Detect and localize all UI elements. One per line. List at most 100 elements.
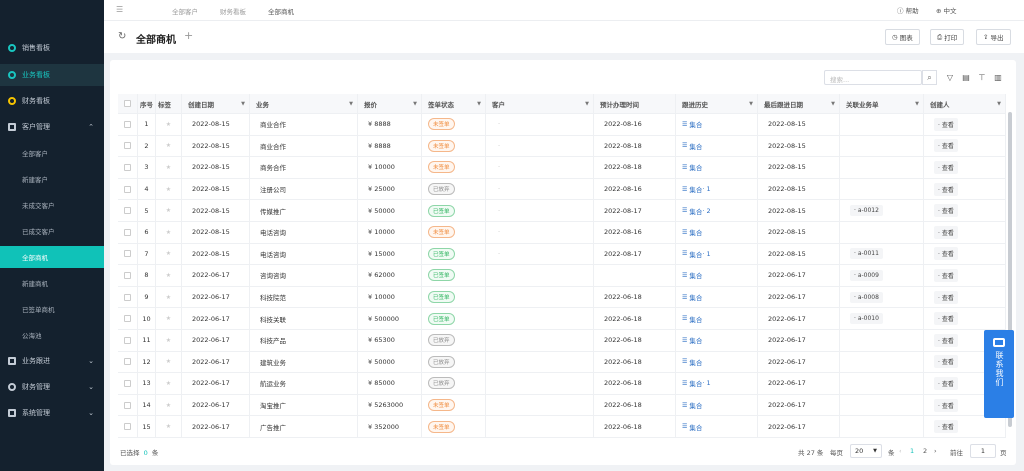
select-all-checkbox[interactable] [124, 100, 131, 107]
view-button[interactable]: · 查看 [934, 420, 958, 434]
history-link[interactable]: 集合 [689, 249, 702, 259]
chart-button[interactable]: ◷ 图表 [885, 29, 920, 45]
star-icon[interactable]: ★ [166, 337, 171, 344]
row-checkbox[interactable] [124, 185, 131, 193]
star-icon[interactable]: ★ [166, 207, 171, 214]
view-button[interactable]: · 查看 [934, 225, 958, 239]
column-header[interactable] [118, 94, 138, 113]
per-page-select[interactable]: 20 ▼ [850, 444, 882, 458]
view-button[interactable]: · 查看 [934, 204, 958, 218]
star-icon[interactable]: ★ [166, 272, 171, 279]
table-row[interactable]: 2 ★ 2022-08-15 商业合作 ¥ 8888 未签单 · 2022-08-18 ☰ 集合 2… [118, 135, 1006, 158]
sidebar-subitem-public-pool[interactable]: 公海池 [0, 324, 104, 346]
table-row[interactable]: 14 ★ 2022-06-17 淘宝推广 ¥ 5263000 未签单 2022-06-18 ☰… [118, 394, 1006, 417]
related-order-link[interactable]: · a-0010 [850, 313, 883, 325]
view-button[interactable]: · 查看 [934, 117, 958, 131]
view-button[interactable]: · 查看 [934, 333, 958, 347]
sidebar-subitem-new-opportunity[interactable]: 新建商机 [0, 272, 104, 294]
column-header[interactable]: 创建日期 ▼ [182, 94, 250, 113]
row-checkbox[interactable] [124, 423, 131, 431]
history-link[interactable]: 集合 [689, 184, 702, 194]
sidebar-item-finance-board[interactable]: 财务看板 [0, 90, 104, 112]
row-checkbox[interactable] [124, 379, 131, 387]
history-link[interactable]: 集合 [689, 270, 702, 280]
sort-caret-icon[interactable]: ▼ [831, 101, 835, 107]
table-row[interactable]: 3 ★ 2022-08-15 商务合作 ¥ 10000 未签单 · 2022-08-18 ☰ 集合… [118, 157, 1006, 179]
sidebar-item-system-mgmt[interactable]: 系统管理 ⌄ [0, 402, 104, 424]
sidebar-item-sales-board[interactable]: 销售看板 [0, 37, 104, 59]
table-row[interactable]: 15 ★ 2022-06-17 广告推广 ¥ 352000 未签单 2022-06-18 ☰ 集… [118, 416, 1006, 438]
history-link[interactable]: 集合 [689, 119, 702, 129]
history-link[interactable]: 集合 [689, 162, 702, 172]
column-header[interactable]: 标签 [156, 94, 182, 113]
row-checkbox[interactable] [124, 228, 131, 236]
breadcrumb-item[interactable]: 财务看板 [220, 6, 246, 16]
star-icon[interactable]: ★ [166, 380, 171, 387]
page-1[interactable]: 1 [910, 447, 914, 455]
row-checkbox[interactable] [124, 293, 131, 301]
customer-name[interactable]: · [498, 207, 500, 215]
search-icon[interactable]: ⌕ [922, 70, 937, 85]
related-order-link[interactable]: · a-0011 [850, 248, 883, 260]
table-row[interactable]: 7 ★ 2022-08-15 电话咨询 ¥ 15000 已签单 · 2022-08-17 ☰ 集合… [118, 243, 1006, 266]
customer-name[interactable]: · [498, 250, 500, 258]
table-row[interactable]: 5 ★ 2022-08-15 传媒推广 ¥ 50000 已签单 · 2022-08-17 ☰ 集合… [118, 200, 1006, 222]
next-page-icon[interactable]: › [934, 447, 937, 455]
customer-name[interactable]: · [498, 185, 500, 193]
sidebar-subitem-all-customers[interactable]: 全部客户 [0, 142, 104, 164]
table-row[interactable]: 4 ★ 2022-08-15 注册公司 ¥ 25000 已放弃 · 2022-08-16 ☰ 集合… [118, 178, 1006, 201]
table-row[interactable]: 11 ★ 2022-06-17 科技产品 ¥ 65300 已放弃 2022-06-18 ☰ 集合… [118, 330, 1006, 352]
related-order-link[interactable]: · a-0009 [850, 269, 883, 281]
search-input[interactable]: 搜索... [824, 70, 922, 85]
star-icon[interactable]: ★ [166, 186, 171, 193]
related-order-link[interactable]: · a-0012 [850, 205, 883, 217]
star-icon[interactable]: ★ [166, 358, 171, 365]
sidebar-item-customer-mgmt[interactable]: 客户管理 ⌃ [0, 116, 104, 138]
row-checkbox[interactable] [124, 315, 131, 323]
star-icon[interactable]: ★ [166, 315, 171, 322]
view-button[interactable]: · 查看 [934, 312, 958, 326]
add-icon[interactable]: + [184, 29, 193, 42]
star-icon[interactable]: ★ [166, 294, 171, 301]
sort-caret-icon[interactable]: ▼ [241, 101, 245, 107]
customer-name[interactable]: · [498, 120, 500, 128]
row-checkbox[interactable] [124, 120, 131, 128]
column-header[interactable]: 报价 ▼ [358, 94, 422, 113]
view-button[interactable]: · 查看 [934, 160, 958, 174]
view-button[interactable]: · 查看 [934, 247, 958, 261]
history-link[interactable]: 集合 [689, 141, 702, 151]
history-link[interactable]: 集合 [689, 357, 702, 367]
column-header[interactable]: 客户 ▼ [486, 94, 594, 113]
sort-caret-icon[interactable]: ▼ [413, 101, 417, 107]
sidebar-subitem-signed-opportunities[interactable]: 已签单商机 [0, 298, 104, 320]
sidebar-item-business-followup[interactable]: 业务跟进 ⌄ [0, 350, 104, 372]
language-switch[interactable]: ⊕ 中文 [936, 5, 957, 15]
sidebar-item-business-board[interactable]: 业务看板 [0, 64, 104, 86]
history-link[interactable]: 集合 [689, 378, 702, 388]
star-icon[interactable]: ★ [166, 402, 171, 409]
breadcrumb-item[interactable]: 全部商机 [268, 6, 294, 16]
star-icon[interactable]: ★ [166, 423, 171, 430]
table-row[interactable]: 9 ★ 2022-06-17 科技院范 ¥ 10000 已签单 2022-06-18 ☰ 集合 2… [118, 286, 1006, 309]
help-link[interactable]: ⓘ 帮助 [897, 5, 919, 15]
contact-us-button[interactable]: 联系我们 [984, 330, 1014, 418]
sidebar-subitem-closed-customers[interactable]: 已成交客户 [0, 220, 104, 242]
column-header[interactable]: 签单状态 ▼ [422, 94, 486, 113]
table-row[interactable]: 6 ★ 2022-08-15 电话咨询 ¥ 10000 未签单 · 2022-08-16 ☰ 集合… [118, 222, 1006, 244]
goto-page-input[interactable]: 1 [970, 444, 996, 458]
table-row[interactable]: 12 ★ 2022-06-17 建筑业务 ¥ 50000 已放弃 2022-06-18 ☰ 集合… [118, 351, 1006, 374]
column-header[interactable]: 跟进历史 ▼ [676, 94, 758, 113]
customer-name[interactable]: · [498, 163, 500, 171]
prev-page-icon[interactable]: ‹ [899, 447, 902, 455]
export-button[interactable]: ⇪ 导出 [976, 29, 1011, 45]
row-checkbox[interactable] [124, 207, 131, 215]
history-link[interactable]: 集合 [689, 422, 702, 432]
view-button[interactable]: · 查看 [934, 139, 958, 153]
row-checkbox[interactable] [124, 401, 131, 409]
table-row[interactable]: 8 ★ 2022-06-17 咨询咨询 ¥ 62000 已签单 ☰ 集合 2022-06-17 ·… [118, 265, 1006, 287]
column-header[interactable]: 创建人 ▼ [924, 94, 1006, 113]
sort-caret-icon[interactable]: ▼ [997, 101, 1001, 107]
table-row[interactable]: 13 ★ 2022-06-17 航运业务 ¥ 85000 已放弃 2022-06-18 ☰ 集合… [118, 373, 1006, 395]
row-checkbox[interactable] [124, 358, 131, 366]
column-header[interactable]: 序号 [138, 94, 156, 113]
